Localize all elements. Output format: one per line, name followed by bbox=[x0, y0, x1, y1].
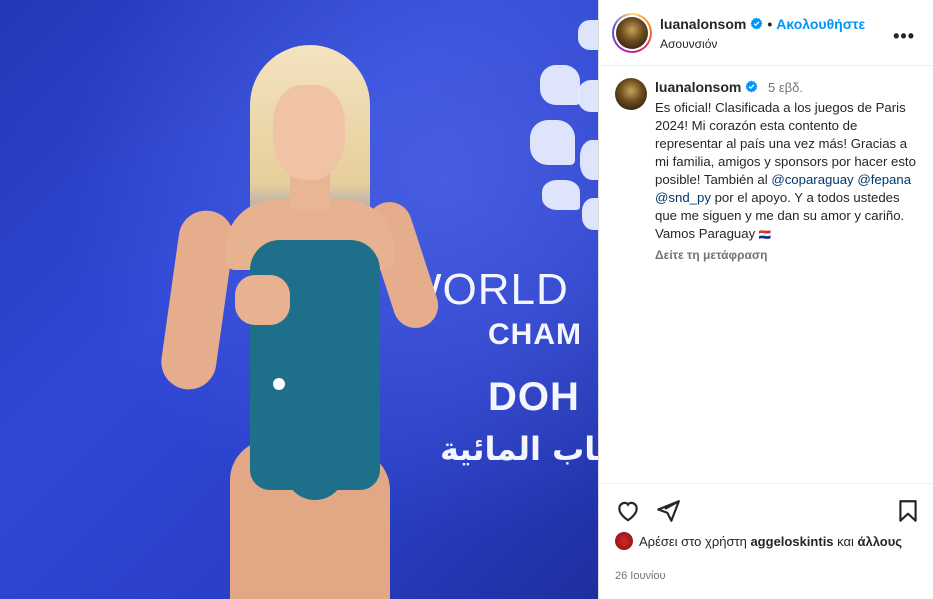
likes-and: και bbox=[833, 534, 858, 549]
story-avatar[interactable] bbox=[612, 13, 652, 53]
verified-badge-icon bbox=[745, 80, 758, 93]
swimmer-photo bbox=[157, 40, 445, 599]
caption-timestamp[interactable]: 5 εβδ. bbox=[768, 80, 803, 95]
mention-link[interactable]: @coparaguay bbox=[771, 172, 853, 187]
caption: luanalonsom 5 εβδ. Es oficial! Clasifica… bbox=[599, 66, 933, 264]
header-user-line: luanalonsom • Ακολουθήστε bbox=[660, 16, 865, 32]
post-side-panel: luanalonsom • Ακολουθήστε Ασουνσιόν ••• lu… bbox=[598, 0, 933, 599]
verified-badge-icon bbox=[750, 17, 763, 30]
bookmark-save-icon[interactable] bbox=[895, 498, 921, 524]
see-translation-link[interactable]: Δείτε τη μετάφραση bbox=[655, 246, 920, 264]
mention-link[interactable]: @snd_py bbox=[655, 190, 711, 205]
flag-emoji: 🇵🇾 bbox=[758, 230, 772, 241]
likes-others-link[interactable]: άλλους bbox=[858, 534, 903, 549]
post-actions: Αρέσει στο χρήστη aggeloskintis και άλλο… bbox=[599, 483, 933, 599]
post-header: luanalonsom • Ακολουθήστε Ασουνσιόν ••• bbox=[599, 0, 933, 66]
championship-logo bbox=[520, 20, 598, 240]
backdrop-text-champ: CHAM bbox=[488, 318, 582, 351]
post-image[interactable]: WORLD CHAM DOH ـاب المائية bbox=[0, 0, 598, 599]
caption-username[interactable]: luanalonsom bbox=[655, 79, 741, 95]
liker-avatar[interactable] bbox=[615, 532, 633, 550]
likes-prefix: Αρέσει στο χρήστη bbox=[639, 534, 751, 549]
backdrop-text-arabic: ـاب المائية bbox=[440, 430, 598, 468]
caption-text: Es oficial! Clasificada a los juegos de … bbox=[655, 99, 920, 245]
caption-avatar[interactable] bbox=[615, 78, 647, 110]
likes-summary: Αρέσει στο χρήστη aggeloskintis και άλλο… bbox=[615, 532, 915, 551]
separator-dot: • bbox=[767, 16, 773, 32]
backdrop-text-doha: DOH bbox=[488, 375, 580, 419]
follow-button[interactable]: Ακολουθήστε bbox=[776, 16, 865, 32]
header-username[interactable]: luanalonsom bbox=[660, 16, 746, 32]
like-heart-icon[interactable] bbox=[615, 498, 641, 524]
avatar bbox=[616, 17, 648, 49]
more-options-icon[interactable]: ••• bbox=[893, 26, 915, 47]
liker-username[interactable]: aggeloskintis bbox=[750, 534, 833, 549]
mention-link[interactable]: @fepana bbox=[857, 172, 911, 187]
share-send-icon[interactable] bbox=[655, 498, 681, 524]
post-date[interactable]: 26 Ιουνίου bbox=[615, 570, 666, 582]
location-link[interactable]: Ασουνσιόν bbox=[660, 37, 717, 51]
